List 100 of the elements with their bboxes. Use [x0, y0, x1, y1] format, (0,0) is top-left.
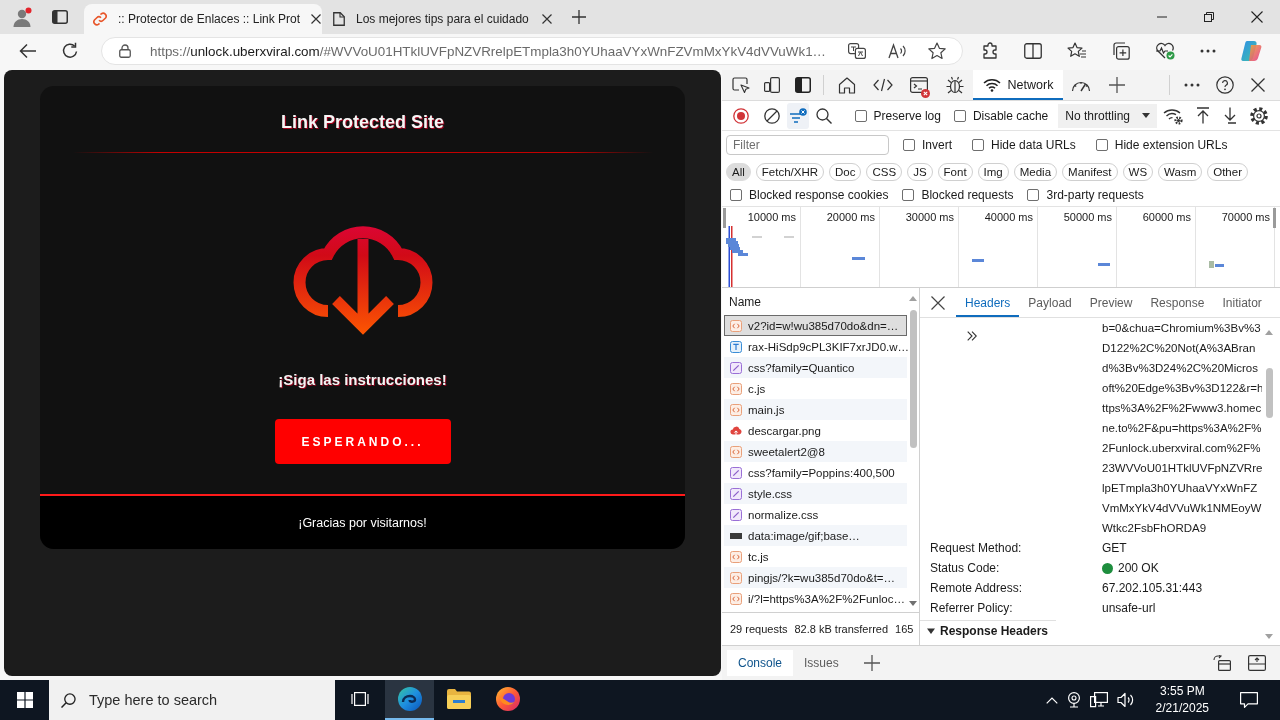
- type-filter-chip[interactable]: All: [726, 162, 751, 181]
- request-row[interactable]: data:image/gif;base…: [724, 525, 907, 546]
- clear-icon[interactable]: [763, 107, 780, 124]
- scroll-up-icon[interactable]: [1265, 330, 1273, 335]
- collections-icon[interactable]: [1112, 42, 1130, 60]
- drawer-tab[interactable]: Console: [727, 650, 794, 676]
- upload-icon[interactable]: [1195, 107, 1210, 124]
- scroll-up-icon[interactable]: [909, 296, 917, 301]
- checkbox[interactable]: [902, 189, 915, 201]
- type-filter-chip[interactable]: Media: [1013, 162, 1058, 181]
- detail-tab[interactable]: Headers: [956, 288, 1020, 317]
- checkbox[interactable]: [1027, 189, 1040, 201]
- notifications-icon[interactable]: [1240, 692, 1258, 708]
- checkbox-label[interactable]: Hide extension URLs: [1114, 138, 1228, 152]
- close-icon[interactable]: [1250, 78, 1265, 92]
- split-screen-icon[interactable]: [1024, 43, 1042, 59]
- clock-time[interactable]: 3:55 PM: [1159, 683, 1205, 700]
- column-header[interactable]: Name: [724, 288, 907, 315]
- address-bar[interactable]: https://unlock.uberxviral.com/#WVVoU01HTklUVFpNZVRrelpETmpla3h0YUhaaVYxWnFZVmMxYkV4dVVuWk1…: [101, 37, 963, 65]
- double-chevron-icon[interactable]: [967, 331, 977, 341]
- close-icon[interactable]: [1251, 11, 1263, 23]
- plus-icon[interactable]: [1109, 77, 1125, 93]
- profile-icon[interactable]: [12, 7, 32, 27]
- search-icon[interactable]: [816, 107, 833, 124]
- star-icon[interactable]: [928, 42, 946, 60]
- checkbox[interactable]: [903, 139, 915, 151]
- vertical-tabs-icon[interactable]: [52, 10, 68, 24]
- request-row[interactable]: normalize.css: [724, 504, 907, 525]
- overview-handle[interactable]: [1273, 208, 1276, 228]
- back-icon[interactable]: [19, 43, 37, 59]
- read-aloud-icon[interactable]: [888, 43, 906, 59]
- lock-icon[interactable]: [119, 44, 131, 58]
- request-row[interactable]: rax-HiSdp9cPL3KIF7xrJD0.w…: [724, 336, 907, 357]
- dock-icon[interactable]: [794, 77, 811, 93]
- close-icon[interactable]: [542, 14, 552, 24]
- detail-tab[interactable]: Initiator: [1213, 288, 1271, 317]
- detail-tab[interactable]: Preview: [1080, 288, 1142, 317]
- request-row[interactable]: i/?l=https%3A%2F%2Funloc…: [724, 588, 907, 609]
- checkbox-label[interactable]: Blocked response cookies: [749, 188, 889, 202]
- checkbox-label[interactable]: Invert: [922, 138, 952, 152]
- request-row[interactable]: tc.js: [724, 546, 907, 567]
- checkbox-label[interactable]: 3rd-party requests: [1046, 188, 1144, 202]
- request-row[interactable]: v2?id=w!wu385d70do&dn=…: [724, 315, 907, 336]
- type-filter-chip[interactable]: WS: [1122, 162, 1154, 181]
- request-row[interactable]: c.js: [724, 378, 907, 399]
- checkbox-label[interactable]: Preserve log: [873, 108, 941, 123]
- type-filter-chip[interactable]: Doc: [829, 162, 862, 181]
- taskbar-button[interactable]: [385, 680, 434, 720]
- close-icon[interactable]: [931, 295, 945, 310]
- throttling-select[interactable]: No throttling: [1058, 103, 1157, 128]
- request-row[interactable]: main.js: [724, 399, 907, 420]
- settings-icon[interactable]: [1249, 106, 1268, 125]
- checkbox[interactable]: [953, 109, 966, 122]
- request-row[interactable]: style.css: [724, 483, 907, 504]
- type-filter-chip[interactable]: Manifest: [1062, 162, 1118, 181]
- more-icon[interactable]: [1200, 49, 1216, 53]
- request-row[interactable]: sweetalert2@8: [724, 441, 907, 462]
- drawer-tab[interactable]: Issues: [793, 650, 850, 676]
- translate-icon[interactable]: [848, 43, 866, 59]
- request-row[interactable]: css?family=Quantico: [724, 357, 907, 378]
- request-row[interactable]: css?family=Poppins:400,500: [724, 462, 907, 483]
- refresh-icon[interactable]: [61, 42, 79, 60]
- scroll-down-icon[interactable]: [909, 601, 917, 606]
- network-icon[interactable]: [1089, 692, 1108, 708]
- type-filter-chip[interactable]: Font: [937, 162, 973, 181]
- type-filter-chip[interactable]: Wasm: [1158, 162, 1203, 181]
- overview-handle[interactable]: [723, 208, 726, 228]
- detail-tab[interactable]: Payload: [1019, 288, 1081, 317]
- checkbox-label[interactable]: Blocked requests: [921, 188, 1014, 202]
- volume-icon[interactable]: [1116, 692, 1135, 708]
- checkbox[interactable]: [730, 189, 742, 201]
- browser-tab[interactable]: :: Protector de Enlaces :: Link Prot: [84, 4, 322, 34]
- filter-field[interactable]: Filter: [726, 135, 889, 155]
- help-icon[interactable]: [1215, 76, 1234, 94]
- puzzle-icon[interactable]: [981, 42, 999, 60]
- chevron-up-icon[interactable]: [1045, 696, 1058, 704]
- record-icon[interactable]: [732, 107, 749, 124]
- checkbox-label[interactable]: Hide data URLs: [991, 138, 1076, 152]
- scrollbar-thumb[interactable]: [1265, 368, 1273, 418]
- waiting-button[interactable]: ESPERANDO...: [274, 419, 451, 464]
- type-filter-chip[interactable]: CSS: [866, 162, 903, 181]
- scroll-down-icon[interactable]: [1265, 634, 1273, 639]
- type-filter-chip[interactable]: Fetch/XHR: [755, 162, 825, 181]
- inspect-icon[interactable]: [731, 77, 750, 93]
- filter-button[interactable]: [787, 102, 809, 129]
- close-icon[interactable]: [311, 14, 322, 24]
- panel-tab[interactable]: Network: [973, 70, 1063, 100]
- favorites-icon[interactable]: [1067, 42, 1087, 60]
- new-tab-icon[interactable]: [572, 10, 586, 24]
- window-curved-arrow-icon[interactable]: [1213, 655, 1231, 671]
- type-filter-chip[interactable]: Other: [1207, 162, 1248, 181]
- browser-tab[interactable]: Los mejores tips para el cuidado: [324, 4, 562, 34]
- clock-date[interactable]: 2/21/2025: [1155, 700, 1209, 717]
- section-header[interactable]: Response Headers: [920, 620, 1057, 640]
- checkbox[interactable]: [972, 139, 984, 151]
- type-filter-chip[interactable]: Img: [977, 162, 1009, 181]
- type-filter-chip[interactable]: JS: [907, 162, 933, 181]
- scrollbar-thumb[interactable]: [909, 310, 917, 448]
- detail-tab[interactable]: Response: [1141, 288, 1214, 317]
- webcam-icon[interactable]: [1066, 692, 1081, 708]
